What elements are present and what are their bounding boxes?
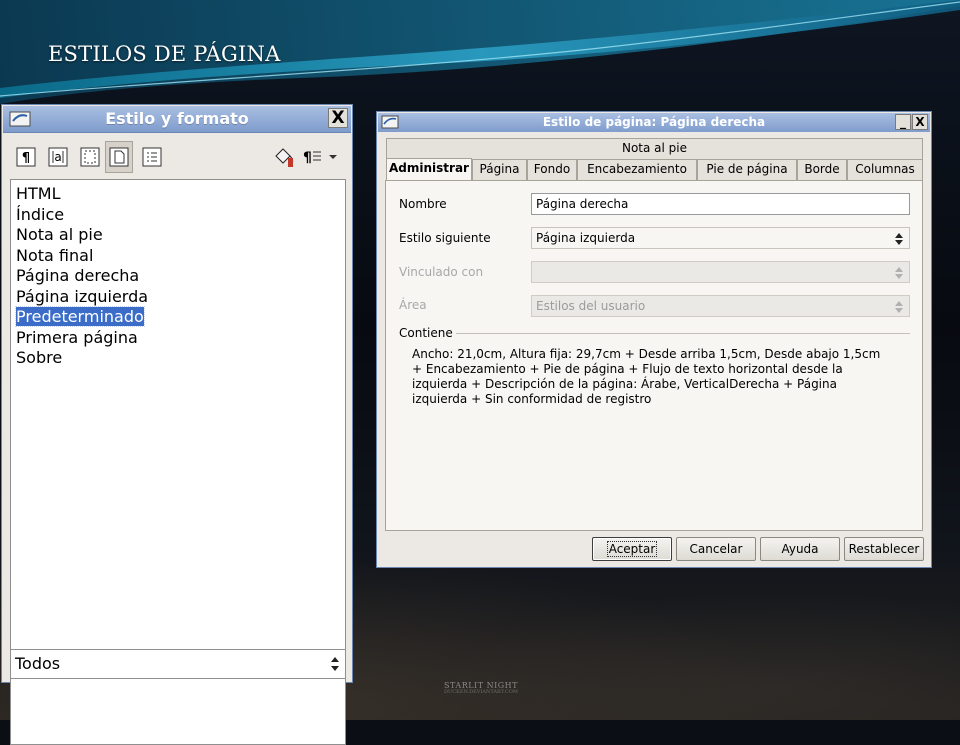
area-label: Área (399, 298, 427, 312)
tab-nota-al-pie[interactable]: Nota al pie (386, 138, 923, 159)
style-item-label: Nota final (16, 245, 94, 265)
style-item-label: Nota al pie (16, 225, 103, 244)
svg-text:a: a (54, 150, 61, 164)
style-item-predeterminado[interactable]: Predeterminado (15, 306, 345, 328)
cancelar-button[interactable]: Cancelar (676, 537, 756, 561)
list-styles-button[interactable] (138, 141, 166, 173)
style-item-pagina-derecha[interactable]: Página derecha (16, 266, 345, 287)
svg-text:¶: ¶ (303, 150, 312, 166)
close-icon[interactable]: X (912, 114, 928, 130)
frame-styles-button[interactable] (76, 141, 104, 173)
stylist-titlebar[interactable]: Estilo y formato X (3, 106, 351, 133)
page-styles-button[interactable] (105, 141, 133, 173)
character-styles-button[interactable]: a (44, 141, 72, 173)
styles-and-formatting-window: Estilo y formato X ¶ a ¶ HTML Índice Not… (1, 104, 353, 745)
style-item-label: Primera página (16, 327, 138, 347)
style-description: Ancho: 21,0cm, Altura fija: 29,7cm + Des… (412, 347, 881, 406)
ayuda-button[interactable]: Ayuda (760, 537, 840, 561)
style-item-label: Predeterminado (15, 306, 145, 327)
tab-fondo[interactable]: Fondo (527, 159, 577, 180)
fill-format-mode-button[interactable] (270, 141, 298, 173)
paragraph-styles-button[interactable]: ¶ (12, 141, 40, 173)
nombre-field[interactable]: Página derecha (531, 193, 910, 215)
style-item-nota-final[interactable]: Nota final (16, 246, 345, 267)
paragraph-styles-icon: ¶ (16, 147, 36, 167)
page-styles-icon (109, 147, 129, 167)
new-style-from-selection-button[interactable]: ¶ (300, 141, 342, 173)
style-item-label: Sobre (16, 348, 63, 367)
style-item-pagina-izquierda[interactable]: Página izquierda (16, 287, 345, 308)
chevron-up-down-icon (895, 267, 903, 279)
style-item-indice[interactable]: Índice (16, 205, 345, 226)
list-styles-icon (142, 147, 162, 167)
svg-text:¶: ¶ (22, 151, 30, 166)
contiene-label: Contiene (399, 326, 453, 340)
character-styles-icon: a (48, 147, 68, 167)
close-icon[interactable]: X (328, 108, 348, 128)
style-item-label: Página derecha (16, 266, 140, 285)
dialog-titlebar[interactable]: Estilo de página: Página derecha _ X (378, 113, 930, 132)
estilo-siguiente-select[interactable]: Página izquierda (531, 227, 910, 249)
administrar-panel: Nombre Página derecha Estilo siguiente P… (385, 180, 923, 531)
chevron-up-down-icon (895, 301, 903, 313)
dialog-title: Estilo de página: Página derecha (542, 115, 766, 129)
contiene-divider (456, 333, 910, 334)
tab-encabezamiento[interactable]: Encabezamiento (577, 159, 697, 180)
tab-administrar[interactable]: Administrar (386, 158, 472, 181)
style-item-label: HTML (16, 184, 61, 203)
style-item-html[interactable]: HTML (16, 184, 345, 205)
watermark-line-2: DUCKEN.DEVIANTART.COM (444, 689, 518, 695)
stylist-title: Estilo y formato (105, 109, 249, 128)
nombre-label: Nombre (399, 197, 447, 211)
restablecer-button[interactable]: Restablecer (844, 537, 924, 561)
style-item-label: Índice (16, 204, 65, 224)
new-style-from-selection-icon: ¶ (303, 150, 337, 166)
stylist-toolbar: ¶ a ¶ (12, 141, 340, 175)
estilo-siguiente-label: Estilo siguiente (399, 231, 491, 245)
vinculado-con-label: Vinculado con (399, 265, 484, 279)
watermark: STARLIT NIGHT DUCKEN.DEVIANTART.COM (444, 682, 518, 695)
minimize-icon[interactable]: _ (895, 114, 911, 130)
style-filter-select[interactable]: Todos (10, 649, 346, 679)
chevron-up-down-icon (331, 657, 339, 671)
aceptar-label: Aceptar (606, 541, 658, 557)
slide-title: ESTILOS DE PÁGINA (48, 42, 281, 66)
chevron-up-down-icon (895, 233, 903, 245)
area-value: Estilos del usuario (536, 299, 646, 313)
aceptar-button[interactable]: Aceptar (592, 537, 672, 561)
area-select: Estilos del usuario (531, 295, 910, 317)
fill-format-mode-icon (275, 148, 294, 167)
style-item-label: Página izquierda (16, 286, 149, 306)
style-item-nota-al-pie[interactable]: Nota al pie (16, 225, 345, 246)
tab-pagina[interactable]: Página (472, 159, 527, 180)
page-style-dialog: Estilo de página: Página derecha _ X Not… (376, 111, 932, 568)
tab-columnas[interactable]: Columnas (847, 159, 923, 180)
style-item-sobre[interactable]: Sobre (16, 348, 345, 369)
style-item-primera-pagina[interactable]: Primera página (16, 328, 345, 349)
frame-styles-icon (80, 147, 100, 167)
style-filter-value: Todos (15, 654, 61, 673)
tab-borde[interactable]: Borde (797, 159, 847, 180)
estilo-siguiente-value: Página izquierda (536, 231, 636, 245)
tab-pie-de-pagina[interactable]: Pie de página (697, 159, 797, 180)
vinculado-con-select (531, 261, 910, 283)
